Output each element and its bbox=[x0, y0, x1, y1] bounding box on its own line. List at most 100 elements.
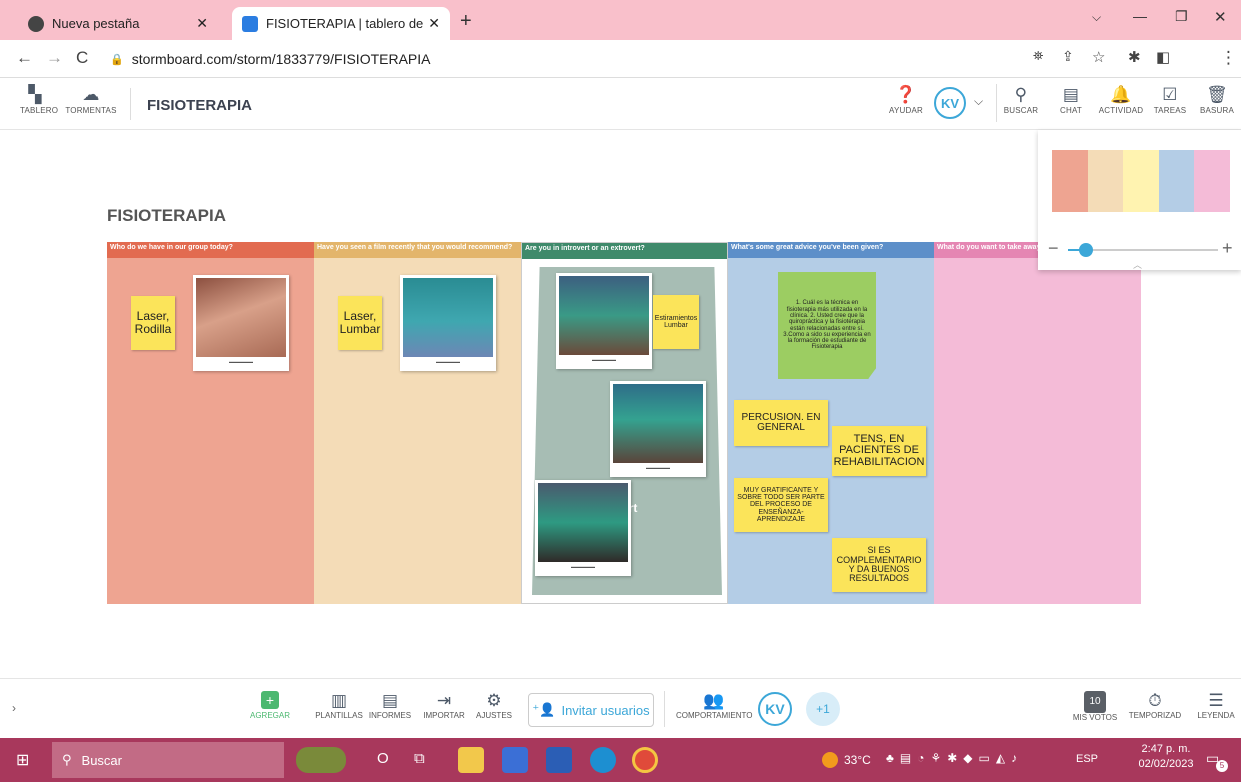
translate-icon[interactable]: ⛯ bbox=[1033, 48, 1043, 64]
informes-button[interactable]: ▤ INFORMES bbox=[368, 691, 412, 720]
task-view-icon[interactable]: ⧉ bbox=[414, 750, 425, 767]
section-column-1[interactable]: Who do we have in our group today? Laser… bbox=[107, 242, 314, 604]
photo-caption: ▬▬▬▬▬▬ bbox=[436, 359, 460, 365]
close-tab-icon[interactable]: ✕ bbox=[196, 15, 208, 32]
templates-icon: ▥ bbox=[330, 691, 348, 710]
temperature[interactable]: 33°C bbox=[844, 753, 871, 767]
sticky-note[interactable]: Laser, Lumbar bbox=[338, 296, 382, 350]
photo-card[interactable]: ▬▬▬▬▬▬ bbox=[193, 275, 289, 371]
sticky-note[interactable]: TENS, EN PACIENTES DE REHABILITACION bbox=[832, 426, 926, 476]
tormentas-button[interactable]: ☁ TORMENTAS bbox=[64, 84, 118, 115]
share-icon[interactable]: ⇪ bbox=[1062, 48, 1074, 65]
word-icon[interactable] bbox=[546, 747, 572, 773]
expand-panel-icon[interactable]: › bbox=[12, 701, 16, 715]
buscar-button[interactable]: ⚲ BUSCAR bbox=[1002, 84, 1040, 115]
sticky-note[interactable]: Laser, Rodilla bbox=[131, 296, 175, 350]
sticky-note[interactable]: MUY GRATIFICANTE Y SOBRE TODO SER PARTE … bbox=[734, 478, 828, 532]
basura-button[interactable]: 🗑 BASURA bbox=[1197, 84, 1237, 115]
chat-button[interactable]: ▤ CHAT bbox=[1054, 84, 1088, 115]
more-users-badge[interactable]: +1 bbox=[806, 692, 840, 726]
photo-card[interactable]: ▬▬▬▬▬▬ bbox=[535, 480, 631, 576]
photo-card[interactable]: ▬▬▬▬▬▬ bbox=[610, 381, 706, 477]
section-column-2[interactable]: Have you seen a film recently that you w… bbox=[314, 242, 521, 604]
storm-title: FISIOTERAPIA bbox=[147, 97, 253, 114]
invite-users-button[interactable]: ⁺👤 Invitar usuarios bbox=[528, 693, 654, 727]
chrome-icon bbox=[28, 15, 44, 32]
zoom-slider-handle[interactable] bbox=[1079, 243, 1093, 257]
actividad-button[interactable]: 🔔 ACTIVIDAD bbox=[1096, 84, 1146, 115]
trash-icon: 🗑 bbox=[1206, 85, 1228, 104]
minimap-panel: − + ︿ bbox=[1038, 130, 1241, 270]
mail-app-icon[interactable] bbox=[502, 747, 528, 773]
restore-icon[interactable]: ❐ bbox=[1175, 8, 1188, 25]
sticky-note[interactable]: PERCUSION. EN GENERAL bbox=[734, 400, 828, 446]
divider bbox=[130, 88, 131, 120]
windows-start-icon[interactable]: ⊞ bbox=[16, 750, 29, 770]
sticky-note[interactable]: Estiramientos Lumbar bbox=[653, 295, 699, 349]
section-column-3[interactable]: Are you in introvert or an extrovert? er… bbox=[521, 242, 728, 604]
user-avatar[interactable]: KV bbox=[758, 692, 792, 726]
collapse-minimap-icon[interactable]: ︿ bbox=[1133, 258, 1142, 271]
mis-votos-button[interactable]: 10 MIS VOTOS bbox=[1070, 691, 1120, 722]
photo-caption: ▬▬▬▬▬▬ bbox=[592, 357, 616, 363]
sticky-note-green[interactable]: 1. Cuál es la técnica en fisioterapia má… bbox=[778, 272, 876, 379]
bookmark-star-icon[interactable]: ☆ bbox=[1092, 48, 1105, 66]
sticky-note[interactable]: SI ES COMPLEMENTARIO Y DA BUENOS RESULTA… bbox=[832, 538, 926, 592]
bell-icon: 🔔 bbox=[1110, 85, 1132, 104]
zoom-out-button[interactable]: − bbox=[1048, 238, 1059, 259]
extensions-icon[interactable]: ✱ bbox=[1128, 48, 1141, 66]
zoom-in-button[interactable]: + bbox=[1222, 238, 1233, 259]
zoom-slider[interactable] bbox=[1068, 243, 1218, 257]
taskbar-widget-image[interactable] bbox=[296, 747, 346, 773]
importar-button[interactable]: ⇥ IMPORTAR bbox=[420, 691, 468, 720]
plantillas-button[interactable]: ▥ PLANTILLAS bbox=[314, 691, 364, 720]
temporizador-button[interactable]: ⏱ TEMPORIZAD bbox=[1124, 691, 1186, 720]
section-column-5[interactable]: What do you want to take away fr bbox=[934, 242, 1141, 604]
votes-count: 10 bbox=[1084, 691, 1106, 713]
reload-icon[interactable]: C bbox=[76, 48, 88, 68]
cortana-icon[interactable]: O bbox=[377, 750, 389, 767]
close-window-icon[interactable]: ✕ bbox=[1214, 8, 1227, 26]
sidepanel-icon[interactable]: ◧ bbox=[1156, 48, 1170, 66]
file-explorer-icon[interactable] bbox=[458, 747, 484, 773]
close-tab-icon[interactable]: ✕ bbox=[428, 15, 440, 32]
address-bar: ← → C 🔒 stormboard.com/storm/1833779/FIS… bbox=[0, 40, 1241, 111]
section-header: Have you seen a film recently that you w… bbox=[314, 242, 521, 258]
menu-dots-icon[interactable]: ⋮ bbox=[1220, 48, 1237, 68]
section-column-4[interactable]: What's some great advice you've been giv… bbox=[728, 242, 934, 604]
tab-search-icon[interactable]: ⌵ bbox=[1092, 10, 1101, 25]
edge-icon[interactable] bbox=[590, 747, 616, 773]
photo-card[interactable]: ▬▬▬▬▬▬ bbox=[556, 273, 652, 369]
tablero-button[interactable]: ▚ TABLERO bbox=[20, 84, 58, 115]
windows-taskbar: ⊞ ⚲ Buscar O ⧉ 33°C ♣▤◔⚘✱◆▭◭♪ ESP 2:47 p… bbox=[0, 738, 1241, 782]
tab-new-tab[interactable]: Nueva pestaña ✕ bbox=[18, 7, 218, 40]
taskbar-search-box[interactable]: ⚲ Buscar bbox=[52, 742, 284, 778]
chevron-down-icon[interactable]: ⌵ bbox=[974, 94, 983, 109]
minimize-icon[interactable]: — bbox=[1133, 8, 1147, 24]
ayudar-button[interactable]: ❓ AYUDAR bbox=[886, 84, 926, 115]
tray-icons[interactable]: ♣▤◔⚘✱◆▭◭♪ bbox=[886, 751, 1023, 765]
clock[interactable]: 2:47 p. m. 02/02/2023 bbox=[1138, 743, 1194, 770]
tab-fisioterapia[interactable]: FISIOTERAPIA | tablero de tormen ✕ bbox=[232, 7, 450, 40]
search-icon: ⚲ bbox=[62, 752, 72, 767]
leyenda-button[interactable]: ☰ LEYENDA bbox=[1194, 691, 1238, 720]
new-tab-button[interactable]: + bbox=[460, 10, 472, 33]
cloud-icon: ☁ bbox=[82, 85, 100, 104]
comportamiento-button[interactable]: 👥 COMPORTAMIENTO bbox=[676, 691, 752, 720]
forward-icon[interactable]: → bbox=[46, 48, 63, 68]
photo-caption: ▬▬▬▬▬▬ bbox=[646, 465, 670, 471]
users-group-icon: 👥 bbox=[703, 691, 725, 710]
language-indicator[interactable]: ESP bbox=[1076, 753, 1098, 765]
add-icon: + bbox=[261, 691, 279, 709]
photo-card[interactable]: ▬▬▬▬▬▬ bbox=[400, 275, 496, 371]
tareas-button[interactable]: ☑ TAREAS bbox=[1152, 84, 1188, 115]
chrome-taskbar-icon[interactable] bbox=[632, 747, 658, 773]
app-toolbar: ▚ TABLERO ☁ TORMENTAS FISIOTERAPIA ❓ AYU… bbox=[0, 78, 1241, 130]
agregar-button[interactable]: + AGREGAR bbox=[248, 691, 292, 720]
minimap-preview[interactable] bbox=[1052, 150, 1230, 212]
browser-tab-strip: Nueva pestaña ✕ FISIOTERAPIA | tablero d… bbox=[0, 0, 1241, 40]
back-icon[interactable]: ← bbox=[16, 48, 33, 68]
ajustes-button[interactable]: ⚙ AJUSTES bbox=[474, 691, 514, 720]
url-field[interactable]: 🔒 stormboard.com/storm/1833779/FISIOTERA… bbox=[110, 45, 1020, 73]
user-avatar[interactable]: KV bbox=[934, 87, 966, 119]
